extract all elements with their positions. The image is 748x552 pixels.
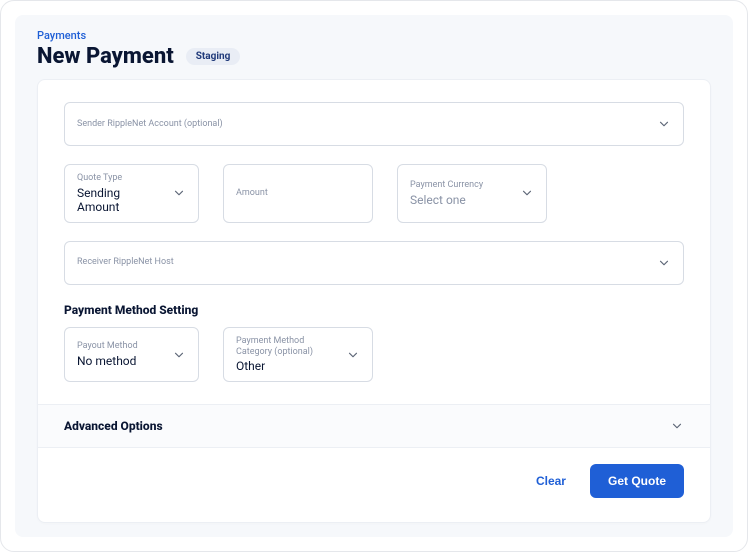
breadcrumb[interactable]: Payments bbox=[37, 29, 711, 42]
amount-label: Amount bbox=[236, 188, 360, 199]
amount-input[interactable]: Amount bbox=[223, 164, 373, 223]
sender-account-label: Sender RippleNet Account (optional) bbox=[77, 119, 649, 130]
payout-method-label: Payout Method bbox=[77, 341, 164, 352]
page-background: Payments New Payment Staging Sender Ripp… bbox=[15, 15, 733, 537]
chevron-down-icon bbox=[172, 348, 186, 362]
page-header: Payments New Payment Staging bbox=[15, 29, 733, 79]
payment-method-category-select[interactable]: Payment Method Category (optional) Other bbox=[223, 327, 373, 383]
app-window: Payments New Payment Staging Sender Ripp… bbox=[0, 0, 748, 552]
sender-account-select[interactable]: Sender RippleNet Account (optional) bbox=[64, 102, 684, 146]
payment-method-category-label: Payment Method Category (optional) bbox=[236, 336, 338, 358]
form-footer: Clear Get Quote bbox=[38, 448, 710, 512]
title-row: New Payment Staging bbox=[37, 44, 711, 69]
form-body: Sender RippleNet Account (optional) Quot… bbox=[38, 80, 710, 404]
payout-method-select[interactable]: Payout Method No method bbox=[64, 327, 199, 383]
payout-method-value: No method bbox=[77, 354, 164, 368]
get-quote-button[interactable]: Get Quote bbox=[590, 464, 684, 498]
payment-currency-select[interactable]: Payment Currency Select one bbox=[397, 164, 547, 223]
payment-method-heading: Payment Method Setting bbox=[64, 303, 684, 317]
chevron-down-icon bbox=[346, 348, 360, 362]
chevron-down-icon bbox=[657, 256, 671, 270]
payment-currency-label: Payment Currency bbox=[410, 180, 512, 191]
environment-badge: Staging bbox=[186, 48, 241, 65]
page-title: New Payment bbox=[37, 44, 174, 69]
advanced-options-toggle[interactable]: Advanced Options bbox=[38, 404, 710, 448]
chevron-down-icon bbox=[670, 419, 684, 433]
receiver-host-label: Receiver RippleNet Host bbox=[77, 257, 649, 268]
chevron-down-icon bbox=[172, 186, 186, 200]
chevron-down-icon bbox=[657, 117, 671, 131]
receiver-host-select[interactable]: Receiver RippleNet Host bbox=[64, 241, 684, 285]
clear-button[interactable]: Clear bbox=[530, 466, 572, 496]
form-card: Sender RippleNet Account (optional) Quot… bbox=[37, 79, 711, 523]
payment-method-category-value: Other bbox=[236, 359, 338, 373]
quote-type-value: Sending Amount bbox=[77, 186, 164, 214]
quote-type-label: Quote Type bbox=[77, 173, 164, 184]
advanced-options-heading: Advanced Options bbox=[64, 419, 163, 433]
payment-currency-value: Select one bbox=[410, 193, 512, 207]
chevron-down-icon bbox=[520, 186, 534, 200]
quote-type-select[interactable]: Quote Type Sending Amount bbox=[64, 164, 199, 223]
